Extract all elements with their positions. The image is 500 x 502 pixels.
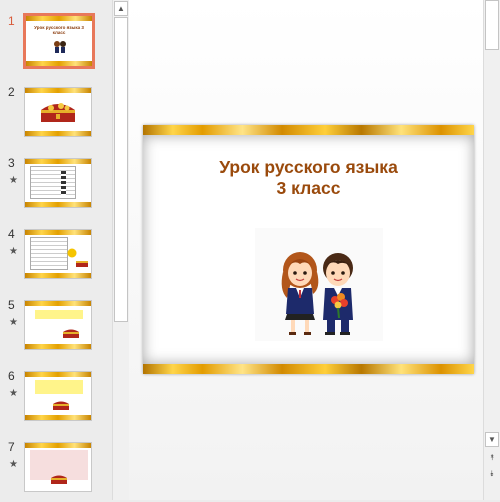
slide-title[interactable]: Урок русского языка 3 класс [143,157,474,199]
slide-thumbnail-1[interactable]: 1 Урок русского языка 3 класс [0,13,112,76]
slide-number: 1 [8,14,15,28]
slide-number: 2 [8,85,15,99]
slide-number: 5 [8,298,15,312]
gold-band [25,415,91,420]
slide-preview[interactable] [24,442,92,492]
gold-band-bottom [143,364,474,374]
preview-highlight [35,380,83,394]
gold-band [25,131,91,136]
slide-scrollbar[interactable]: ▼ ⯭ ⯯ [483,0,500,500]
gold-band [25,202,91,207]
preview-column [61,171,66,195]
animation-star-icon: ★ [9,388,18,399]
animation-star-icon: ★ [9,246,18,257]
animation-star-icon: ★ [9,459,18,470]
slide-preview[interactable] [24,300,92,350]
gold-band [25,159,91,164]
treasure-chest-icon [63,329,79,338]
preview-title: Урок русского языка 3 класс [34,25,84,35]
slide-number: 3 [8,156,15,170]
treasure-chest-icon [76,261,88,267]
animation-star-icon: ★ [9,175,18,186]
scroll-down-button[interactable]: ▼ [485,432,499,447]
gold-band-top [143,125,474,135]
scroll-up-button[interactable]: ▲ [114,1,128,16]
gold-band [25,230,91,235]
slide-preview[interactable] [24,371,92,421]
smiley-icon [67,248,77,258]
gold-band [25,372,91,377]
slide-preview[interactable] [24,229,92,279]
gold-band [25,88,91,93]
slide-thumbnail-5[interactable]: 5 ★ [0,298,112,360]
slide-thumbnail-7[interactable]: 7 ★ [0,440,112,502]
gold-band [25,273,91,278]
next-slide-button[interactable]: ⯯ [485,468,499,480]
preview-table [30,166,76,199]
slide-thumbnail-4[interactable]: 4 ★ [0,227,112,289]
gold-band [26,16,92,21]
scrollbar-thumb[interactable] [114,17,128,322]
gold-band [25,443,91,448]
kids-icon [54,41,66,53]
slide-thumbnail-2[interactable]: 2 [0,85,112,147]
slide-preview[interactable] [24,158,92,208]
treasure-chest-icon [51,475,67,484]
treasure-chest-icon [53,401,69,410]
schoolchildren-icon [281,252,353,335]
treasure-chest-icon [41,103,75,122]
gold-band [25,301,91,306]
preview-highlight [35,310,83,319]
gold-band [25,344,91,349]
slide-preview[interactable]: Урок русского языка 3 класс [23,13,95,69]
current-slide[interactable]: Урок русского языка 3 класс [143,125,474,374]
slide-number: 7 [8,440,15,454]
animation-star-icon: ★ [9,317,18,328]
slide-thumbnail-3[interactable]: 3 ★ [0,156,112,218]
thumbnail-scrollbar[interactable]: ▲ [112,0,129,500]
slide-number: 6 [8,369,15,383]
scrollbar-thumb[interactable] [485,0,499,50]
previous-slide-button[interactable]: ⯭ [485,452,499,464]
preview-table [30,237,68,270]
kids-picture[interactable] [255,228,383,341]
gold-band [26,61,92,66]
slide-number: 4 [8,227,15,241]
slide-preview[interactable] [24,87,92,137]
slide-thumbnail-6[interactable]: 6 ★ [0,369,112,431]
slide-thumbnail-pane: 1 Урок русского языка 3 класс 2 3 ★ 4 ★ … [0,0,112,500]
